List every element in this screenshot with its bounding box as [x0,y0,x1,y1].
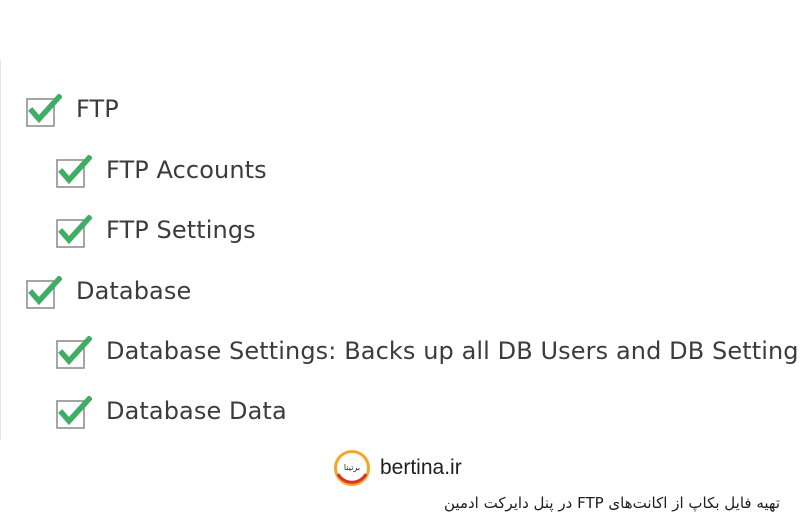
site-name: bertina.ir [380,456,462,479]
checkbox-checked-icon[interactable] [56,215,92,248]
tree-item-label: Database [76,277,192,305]
backup-options-tree: FTP FTP Accounts FTP Settings Database D… [0,0,800,450]
tree-item-label: FTP Accounts [106,156,267,184]
svg-text:برتینا: برتینا [344,463,360,472]
tree-item-database[interactable]: Database [26,271,191,311]
tree-item-label: Database Settings: Backs up all DB Users… [106,337,800,365]
tree-item-database-data[interactable]: Database Data [56,391,287,431]
tree-item-label: FTP Settings [106,216,256,244]
watermark: برتینا bertina.ir [334,448,462,488]
checkbox-checked-icon[interactable] [56,155,92,188]
tree-item-ftp-accounts[interactable]: FTP Accounts [56,150,267,190]
tree-item-ftp-settings[interactable]: FTP Settings [56,210,256,250]
tree-item-label: FTP [76,95,119,123]
checkbox-checked-icon[interactable] [26,94,62,127]
checkbox-checked-icon[interactable] [56,336,92,369]
caption: تهیه فایل بکاپ از اکانت‌های FTP در پنل د… [444,494,780,512]
checkbox-checked-icon[interactable] [56,396,92,429]
checkbox-checked-icon[interactable] [26,276,62,309]
bertina-logo-icon: برتینا [334,450,370,486]
tree-item-database-settings[interactable]: Database Settings: Backs up all DB Users… [56,331,800,371]
tree-item-label: Database Data [106,397,287,425]
tree-item-ftp[interactable]: FTP [26,89,119,129]
